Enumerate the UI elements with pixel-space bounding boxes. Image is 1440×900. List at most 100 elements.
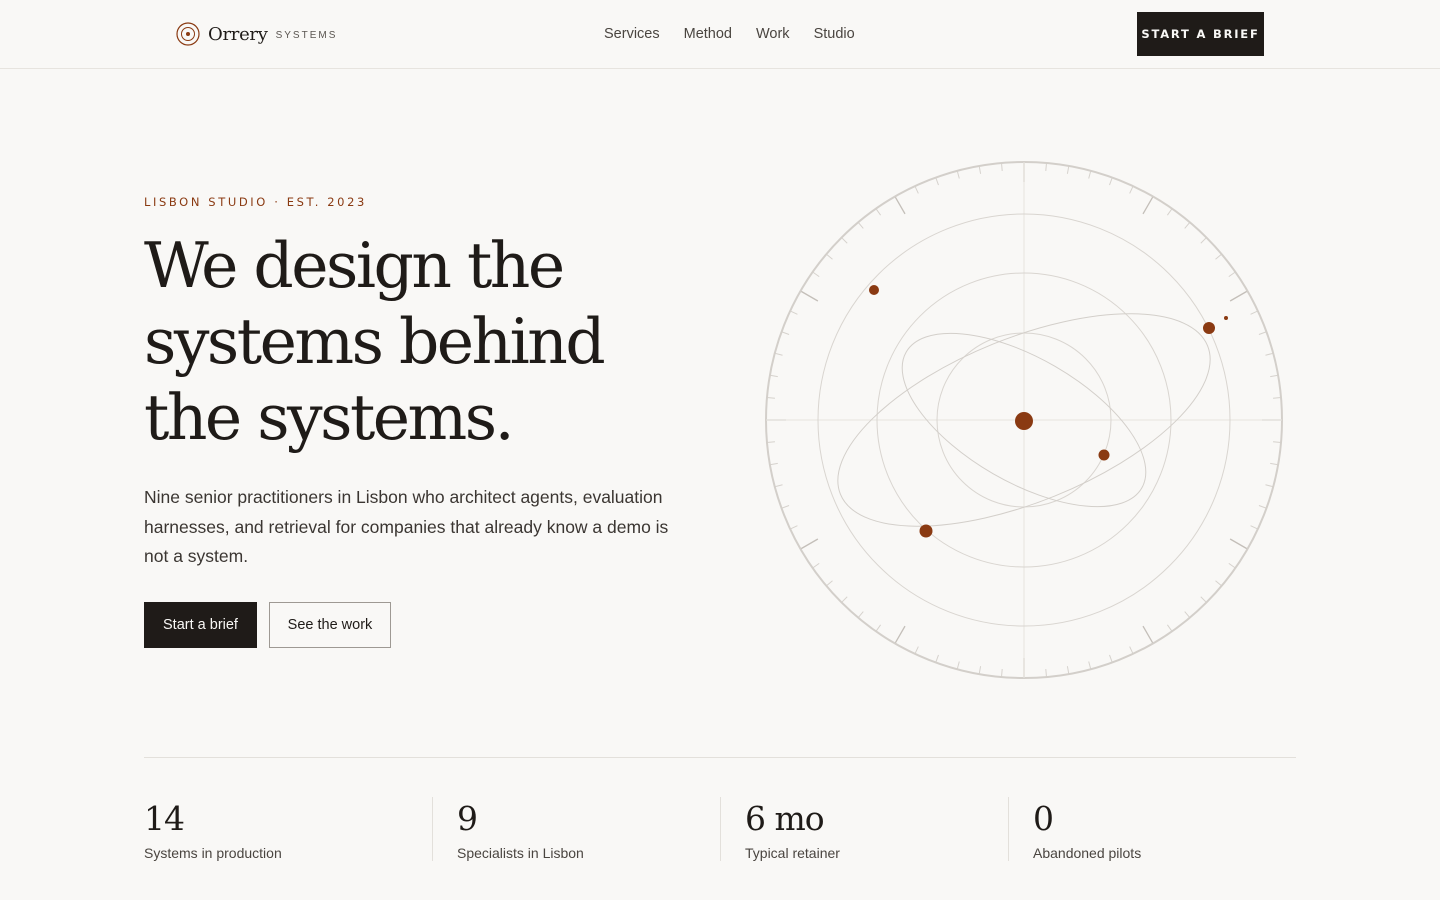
dial-tick bbox=[1215, 580, 1222, 587]
dial-tick bbox=[812, 562, 820, 569]
dial-tick bbox=[1270, 374, 1279, 378]
dial-tick bbox=[1129, 646, 1134, 655]
stat-value: 14 bbox=[144, 799, 185, 838]
dial-tick bbox=[1066, 666, 1070, 675]
dial-tick bbox=[978, 666, 982, 675]
moon-dot bbox=[1224, 316, 1228, 320]
stats-divider bbox=[144, 757, 1296, 758]
dial-tick bbox=[774, 352, 783, 356]
dial-tick bbox=[1184, 611, 1191, 618]
dial-tick bbox=[935, 177, 939, 186]
dial-tick bbox=[1200, 596, 1207, 603]
sun-dot bbox=[1015, 412, 1033, 430]
dial-tick bbox=[1088, 170, 1092, 179]
nav-link-studio[interactable]: Studio bbox=[814, 25, 855, 43]
nav-link-services[interactable]: Services bbox=[604, 25, 660, 43]
dial-tick bbox=[1109, 177, 1113, 186]
planet-dot bbox=[869, 285, 879, 295]
dial-tick bbox=[914, 185, 919, 194]
hero-eyebrow: LISBON STUDIO · EST. 2023 bbox=[144, 195, 367, 209]
dial-tick bbox=[894, 196, 906, 215]
hero-description: Nine senior practitioners in Lisbon who … bbox=[144, 487, 669, 566]
hero-title-line: We design the bbox=[144, 229, 565, 302]
hero-title-line: the systems. bbox=[144, 381, 515, 454]
dial-tick bbox=[1088, 661, 1092, 670]
dial-tick bbox=[1258, 331, 1267, 335]
dial-tick bbox=[1129, 185, 1134, 194]
stats-row: 14 Systems in production 9 Specialists i… bbox=[144, 797, 1296, 861]
stat-value: 0 bbox=[1033, 799, 1054, 838]
start-brief-button[interactable]: Start a brief bbox=[144, 602, 257, 648]
brand-logo[interactable]: Orrery SYSTEMS bbox=[176, 21, 337, 47]
dial-tick bbox=[826, 580, 833, 587]
nav-link-method[interactable]: Method bbox=[684, 25, 732, 43]
dial-tick bbox=[956, 170, 960, 179]
stat-item: 9 Specialists in Lisbon bbox=[432, 797, 720, 861]
planet-dot bbox=[1203, 322, 1215, 334]
main-nav: Services Method Work Studio bbox=[604, 25, 855, 43]
dial-tick bbox=[826, 253, 833, 260]
stat-label: Abandoned pilots bbox=[1033, 845, 1142, 861]
dial-tick bbox=[935, 654, 939, 663]
dial-tick bbox=[769, 374, 778, 378]
planet-dot bbox=[919, 524, 933, 538]
stat-item: 14 Systems in production bbox=[144, 797, 432, 861]
dial-tick bbox=[800, 290, 819, 302]
dial-tick bbox=[1250, 525, 1259, 530]
dial-tick bbox=[1001, 162, 1003, 171]
dial-tick bbox=[1229, 290, 1248, 302]
stat-label: Specialists in Lisbon bbox=[457, 845, 584, 861]
brand-name: Orrery bbox=[208, 23, 268, 45]
stat-value: 9 bbox=[457, 799, 478, 838]
dial-tick bbox=[956, 661, 960, 670]
dial-tick bbox=[875, 624, 882, 632]
dial-tick bbox=[914, 646, 919, 655]
dial-tick bbox=[978, 165, 982, 174]
stat-item: 0 Abandoned pilots bbox=[1008, 797, 1296, 861]
dial-tick bbox=[841, 596, 848, 603]
hero-title-line: systems behind bbox=[144, 305, 606, 378]
header-start-brief-button[interactable]: START A BRIEF bbox=[1137, 12, 1264, 56]
dial-tick bbox=[1228, 562, 1236, 569]
dial-tick bbox=[766, 397, 775, 399]
dial-tick bbox=[1200, 237, 1207, 244]
dial-tick bbox=[812, 271, 820, 278]
dial-tick bbox=[1273, 441, 1282, 443]
dial-tick bbox=[1166, 208, 1173, 216]
dial-tick bbox=[1142, 196, 1154, 215]
dial-tick bbox=[1258, 505, 1267, 509]
hero-title: We design the systems behind the systems… bbox=[144, 228, 744, 456]
dial-tick bbox=[789, 525, 798, 530]
orrery-diagram-illustration bbox=[765, 161, 1283, 679]
dial-tick bbox=[1270, 462, 1279, 466]
dial-tick bbox=[800, 538, 819, 550]
dial-tick bbox=[766, 441, 775, 443]
dial-tick bbox=[1265, 484, 1274, 488]
dial-tick bbox=[1265, 352, 1274, 356]
dial-tick bbox=[1229, 538, 1248, 550]
dial-tick bbox=[1066, 165, 1070, 174]
stat-value: 6 mo bbox=[745, 799, 825, 838]
nav-link-work[interactable]: Work bbox=[756, 25, 790, 43]
stat-item: 6 mo Typical retainer bbox=[720, 797, 1008, 861]
stat-label: Systems in production bbox=[144, 845, 282, 861]
dial-tick bbox=[1273, 397, 1282, 399]
dial-tick bbox=[857, 611, 864, 618]
dial-tick bbox=[1184, 222, 1191, 229]
dial-tick bbox=[857, 222, 864, 229]
stat-label: Typical retainer bbox=[745, 845, 840, 861]
dial-tick bbox=[1142, 625, 1154, 644]
dial-tick bbox=[1215, 253, 1222, 260]
dial-tick bbox=[1166, 624, 1173, 632]
orrery-logo-icon bbox=[176, 22, 200, 46]
brand-subtitle: SYSTEMS bbox=[275, 30, 338, 41]
dial-tick bbox=[774, 484, 783, 488]
dial-tick bbox=[1109, 654, 1113, 663]
see-work-button[interactable]: See the work bbox=[269, 602, 391, 648]
dial-tick bbox=[1001, 669, 1003, 678]
dial-tick bbox=[1045, 162, 1047, 171]
dial-tick bbox=[894, 625, 906, 644]
site-header: Orrery SYSTEMS Services Method Work Stud… bbox=[0, 0, 1440, 69]
dial-tick bbox=[769, 462, 778, 466]
dial-tick bbox=[1250, 310, 1259, 315]
